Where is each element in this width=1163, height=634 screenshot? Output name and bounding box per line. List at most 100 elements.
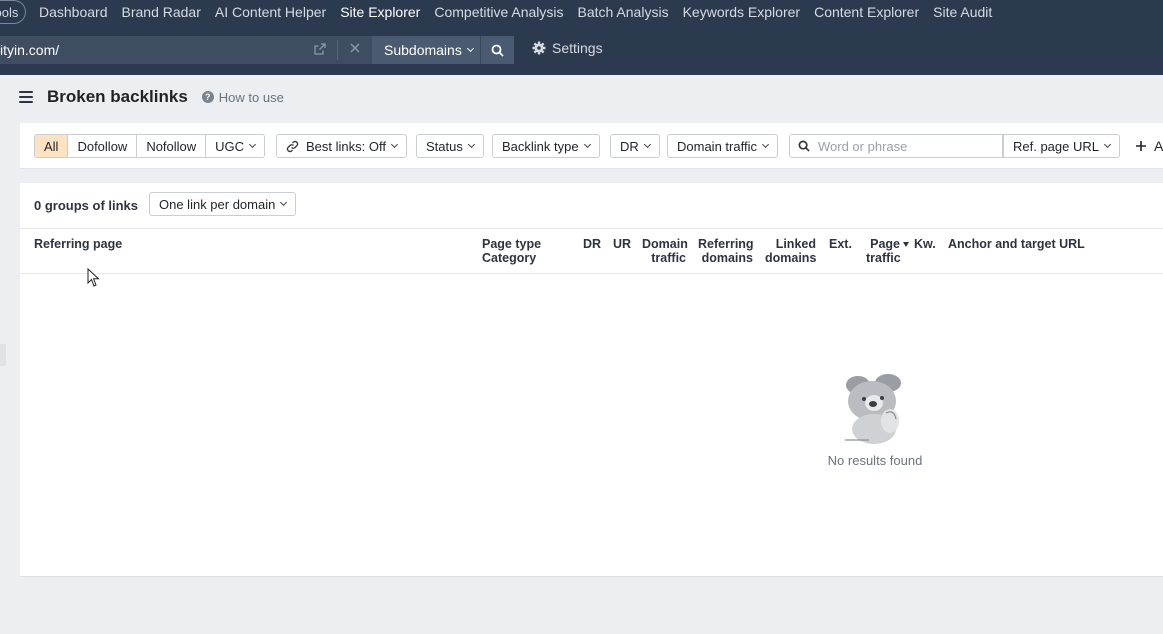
results-panel: 0 groups of links One link per domain Re… <box>20 183 1163 577</box>
best-links-dropdown[interactable]: Best links: Off <box>276 134 407 158</box>
chevron-down-icon <box>249 140 257 149</box>
table-header: Referring page Page type Category DR UR … <box>20 228 1163 274</box>
mode-dropdown[interactable]: Subdomains <box>372 36 480 64</box>
add-filter-button[interactable]: A <box>1135 134 1163 158</box>
col-anchor-label: Anchor and target URL <box>948 237 1085 251</box>
chevron-down-icon <box>643 140 651 149</box>
col-referring-domains-label-1: Referring <box>698 237 754 251</box>
filter-nofollow[interactable]: Nofollow <box>137 135 207 157</box>
col-page-type[interactable]: Page type Category <box>482 237 541 265</box>
col-kw[interactable]: Kw. <box>914 237 936 251</box>
col-referring-page-label: Referring page <box>34 237 123 251</box>
col-linked-domains-label-1: Linked <box>775 237 816 251</box>
dr-dropdown[interactable]: DR <box>610 134 660 158</box>
col-dr-label: DR <box>583 237 602 251</box>
backlink-type-dropdown[interactable]: Backlink type <box>492 134 600 158</box>
tools-menu-button[interactable]: Tools <box>0 0 26 24</box>
menu-icon[interactable] <box>19 91 33 103</box>
col-domain-traffic-label-2: traffic <box>651 251 686 265</box>
page-header: Broken backlinks ? How to use <box>19 87 284 107</box>
filter-bar: All Dofollow Nofollow UGC Best links: Of… <box>20 123 1163 169</box>
dr-label: DR <box>620 138 639 154</box>
nav-content-explorer[interactable]: Content Explorer <box>814 4 919 20</box>
nav-competitive-analysis[interactable]: Competitive Analysis <box>434 4 563 20</box>
col-referring-domains[interactable]: Referring domains <box>698 237 754 265</box>
phrase-search-box <box>789 134 1003 158</box>
col-dr[interactable]: DR <box>583 237 601 251</box>
nav-batch-analysis[interactable]: Batch Analysis <box>578 4 669 20</box>
domain-traffic-label: Domain traffic <box>677 138 757 154</box>
chevron-down-icon <box>466 44 474 53</box>
col-ur[interactable]: UR <box>613 237 631 251</box>
search-icon <box>491 44 504 57</box>
open-external-icon[interactable] <box>313 42 327 56</box>
col-referring-page[interactable]: Referring page <box>34 237 122 251</box>
nav-dashboard[interactable]: Dashboard <box>39 4 108 20</box>
search-icon <box>798 140 810 152</box>
chevron-down-icon <box>761 140 770 149</box>
gear-icon <box>532 41 546 55</box>
clear-icon[interactable] <box>348 41 362 55</box>
question-icon: ? <box>201 91 214 103</box>
url-value: ityin.com/ <box>0 42 60 58</box>
col-page-traffic[interactable]: Page traffic <box>863 237 909 265</box>
ref-page-url-dropdown[interactable]: Ref. page URL <box>1003 134 1120 158</box>
koala-illustration-icon <box>845 374 901 444</box>
chevron-down-icon <box>583 140 591 149</box>
col-page-traffic-label-1: Page <box>870 237 900 251</box>
col-domain-traffic[interactable]: Domain traffic <box>642 237 688 265</box>
mode-label: Subdomains <box>384 42 462 58</box>
search-button[interactable] <box>480 36 514 64</box>
filter-ugc[interactable]: UGC <box>206 135 265 157</box>
settings-label: Settings <box>552 40 603 56</box>
ref-page-url-label: Ref. page URL <box>1013 138 1099 154</box>
nav-keywords-explorer[interactable]: Keywords Explorer <box>683 4 801 20</box>
phrase-search-input[interactable] <box>818 138 988 154</box>
link-type-segment: All Dofollow Nofollow UGC <box>34 134 266 158</box>
chevron-down-icon <box>390 140 399 149</box>
col-ext[interactable]: Ext. <box>829 237 852 251</box>
nav-brand-radar[interactable]: Brand Radar <box>122 4 201 20</box>
col-page-type-label: Page type <box>482 237 542 251</box>
sort-desc-icon <box>903 242 909 247</box>
sidebar-collapse-handle[interactable] <box>0 344 6 366</box>
col-ext-label: Ext. <box>829 237 852 251</box>
nav-site-audit[interactable]: Site Audit <box>933 4 992 20</box>
page-title: Broken backlinks <box>47 87 188 106</box>
tools-label: Tools <box>0 4 19 20</box>
nav-ai-content-helper[interactable]: AI Content Helper <box>215 4 326 20</box>
add-filter-label: A <box>1154 138 1163 154</box>
empty-message: No results found <box>827 453 923 468</box>
col-linked-domains-label-2: domains <box>765 251 817 265</box>
status-dropdown[interactable]: Status <box>416 134 484 158</box>
chevron-down-icon <box>1103 140 1112 149</box>
target-url-bar: ityin.com/ Subdomains <box>0 36 514 64</box>
plus-icon <box>1136 141 1146 151</box>
ugc-label: UGC <box>215 138 245 154</box>
col-anchor-target[interactable]: Anchor and target URL <box>948 237 1085 251</box>
link-icon <box>286 140 299 152</box>
chevron-down-icon <box>280 198 288 207</box>
col-page-traffic-label-2: traffic <box>866 251 901 265</box>
how-to-use-link[interactable]: ? How to use <box>201 89 284 105</box>
grouping-dropdown[interactable]: One link per domain <box>149 192 297 216</box>
col-kw-label: Kw. <box>914 237 936 251</box>
filter-dofollow[interactable]: Dofollow <box>68 135 138 157</box>
nav-site-explorer[interactable]: Site Explorer <box>340 4 420 20</box>
how-to-use-label: How to use <box>218 89 284 105</box>
col-referring-domains-label-2: domains <box>701 251 753 265</box>
grouping-label: One link per domain <box>159 196 276 212</box>
top-navigation: Tools Dashboard Brand Radar AI Content H… <box>0 0 1163 75</box>
col-category-label: Category <box>482 251 537 265</box>
status-label: Status <box>426 138 463 154</box>
chevron-down-icon <box>467 140 475 149</box>
filter-all[interactable]: All <box>35 135 69 157</box>
url-divider <box>337 40 338 60</box>
backlink-type-label: Backlink type <box>502 138 579 154</box>
url-input[interactable]: ityin.com/ <box>0 36 372 64</box>
mouse-cursor-icon <box>87 268 100 287</box>
empty-state: No results found <box>820 373 930 468</box>
settings-button[interactable]: Settings <box>532 40 603 56</box>
col-linked-domains[interactable]: Linked domains <box>765 237 816 265</box>
domain-traffic-dropdown[interactable]: Domain traffic <box>667 134 778 158</box>
